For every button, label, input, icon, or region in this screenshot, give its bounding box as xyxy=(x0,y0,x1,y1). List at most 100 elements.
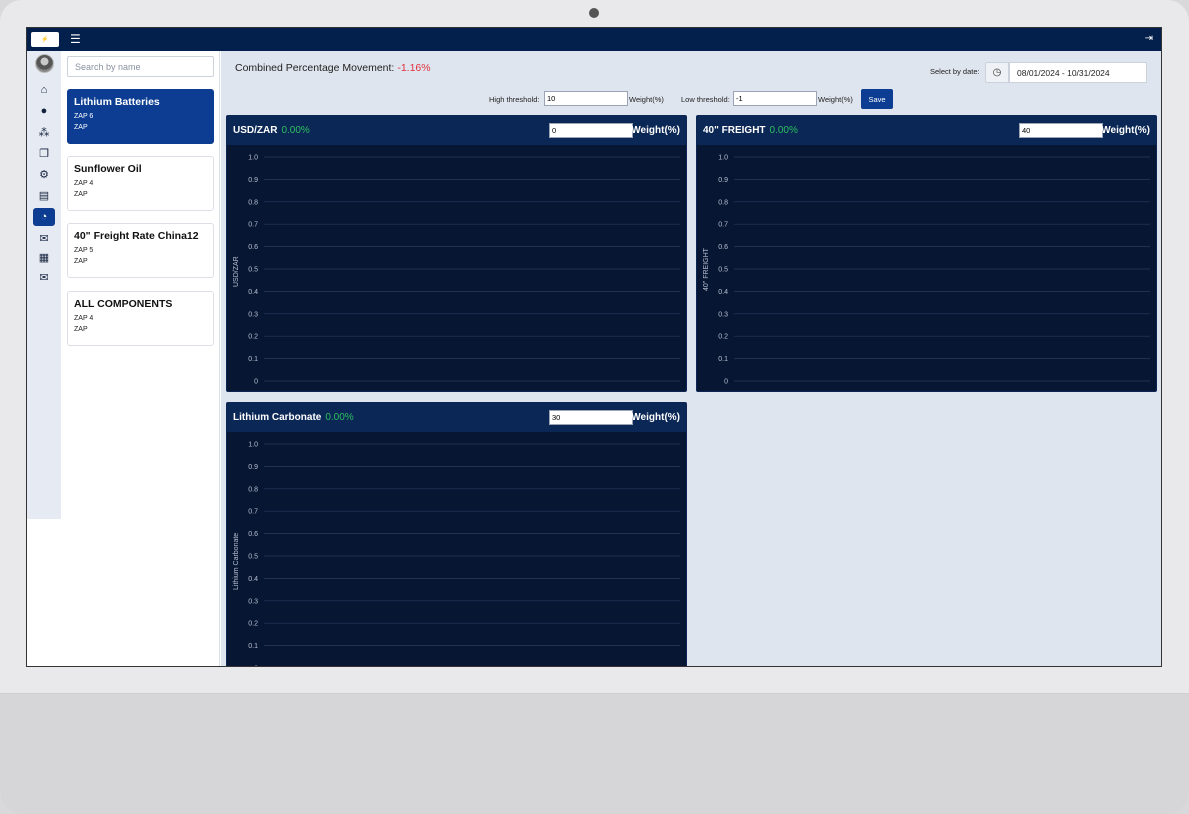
weight-input[interactable] xyxy=(1019,123,1103,138)
y-tick-label: 0.4 xyxy=(248,289,258,296)
panel-header: 40" FREIGHT0.00% Weight(%) xyxy=(697,116,1156,145)
y-tick-label: 0.4 xyxy=(248,576,258,583)
y-tick-label: 0.9 xyxy=(248,464,258,471)
search-input[interactable] xyxy=(67,56,214,77)
weight-input[interactable] xyxy=(549,123,633,138)
high-weight-unit: Weight(%) xyxy=(629,95,664,104)
low-threshold-label: Low threshold: xyxy=(681,95,730,104)
low-threshold-input[interactable] xyxy=(733,91,817,106)
chart-panel-usd-zar: USD/ZAR0.00% Weight(%) 1.00.90.80.70.60.… xyxy=(226,115,687,392)
y-axis-label: USD/ZAR xyxy=(233,256,240,287)
clock-icon[interactable]: ◷ xyxy=(985,62,1009,83)
y-tick-label: 0 xyxy=(254,379,258,386)
y-tick-label: 0.9 xyxy=(718,177,728,184)
sign-out-icon[interactable]: ⇥ xyxy=(1145,32,1153,46)
y-tick-label: 0.8 xyxy=(248,199,258,206)
list-item[interactable]: ALL COMPONENTS ZAP 4 ZAP xyxy=(67,291,214,346)
y-tick-label: 0.6 xyxy=(248,531,258,538)
list-item-meta: ZAP 4 ZAP xyxy=(74,315,94,333)
main-content: Combined Percentage Movement: -1.16% Sele… xyxy=(221,51,1161,668)
y-tick-label: 0.5 xyxy=(248,267,258,274)
y-tick-label: 0 xyxy=(724,379,728,386)
panel-pct: 0.00% xyxy=(281,125,310,136)
y-tick-label: 0.1 xyxy=(248,643,258,650)
copy-icon[interactable]: ❐ xyxy=(33,144,55,162)
list-item-meta: ZAP 5 ZAP xyxy=(74,247,94,265)
y-tick-label: 0 xyxy=(254,666,258,668)
y-tick-label: 0.5 xyxy=(718,267,728,274)
y-axis-label: Lithium Carbonate xyxy=(233,532,240,590)
panel-pct: 0.00% xyxy=(325,412,354,423)
y-tick-label: 0.7 xyxy=(718,222,728,229)
device-chin xyxy=(0,693,1189,814)
envelope-icon[interactable]: ✉ xyxy=(33,268,55,286)
y-tick-label: 0.7 xyxy=(248,222,258,229)
weight-label: Weight(%) xyxy=(631,125,680,136)
cubes-icon[interactable]: ⚙ xyxy=(33,165,55,183)
list-item-meta: ZAP 6 ZAP xyxy=(74,113,94,131)
y-tick-label: 0.8 xyxy=(248,486,258,493)
chart-panel-lithium-carbonate: Lithium Carbonate0.00% Weight(%) 1.00.90… xyxy=(226,402,687,668)
y-tick-label: 0.6 xyxy=(248,244,258,251)
list-item[interactable]: Lithium Batteries ZAP 6 ZAP xyxy=(67,89,214,144)
list-item-title: 40" Freight Rate China12 xyxy=(74,230,199,242)
y-tick-label: 0.5 xyxy=(248,554,258,561)
list-item-title: Sunflower Oil xyxy=(74,163,142,175)
list-item-title: Lithium Batteries xyxy=(74,96,160,108)
home-icon[interactable]: ⌂ xyxy=(33,81,55,99)
save-button[interactable]: Save xyxy=(861,89,893,109)
combined-movement: Combined Percentage Movement: -1.16% xyxy=(235,62,431,74)
chart-panel-freight: 40" FREIGHT0.00% Weight(%) 1.00.90.80.70… xyxy=(696,115,1157,392)
line-chart: 1.0 0.9 0.8 0.7 0.6 0.5 0.4 0.3 0.2 0.1 0 xyxy=(718,155,1150,386)
y-tick-label: 1.0 xyxy=(248,155,258,162)
panel-title: Lithium Carbonate 0.00% xyxy=(233,412,354,423)
app-screen: ⚡ ☰ ⇥ ⌂ ● ⁂ ❐ ⚙ ▤ ◔ ✉ ▦ ✉ Lithium Batter… xyxy=(26,27,1162,667)
line-chart: 1.0 0.9 0.8 0.7 0.6 0.5 0.4 0.3 0.2 0.1 0 xyxy=(248,442,680,668)
avatar[interactable] xyxy=(35,54,54,73)
panel-header: Lithium Carbonate0.00% Weight(%) xyxy=(227,403,686,432)
box-icon[interactable]: ▤ xyxy=(33,186,55,204)
panel-pct: 0.00% xyxy=(769,125,798,136)
list-item-meta: ZAP 4 ZAP xyxy=(74,180,94,198)
calendar-check-icon[interactable]: ▦ xyxy=(33,248,55,266)
y-tick-label: 0.4 xyxy=(718,289,728,296)
icon-sidebar: ⌂ ● ⁂ ❐ ⚙ ▤ ◔ ✉ ▦ ✉ xyxy=(27,51,61,519)
weight-label: Weight(%) xyxy=(1101,125,1150,136)
y-tick-label: 0.8 xyxy=(718,199,728,206)
y-tick-label: 0.2 xyxy=(248,621,258,628)
device-frame: ⚡ ☰ ⇥ ⌂ ● ⁂ ❐ ⚙ ▤ ◔ ✉ ▦ ✉ Lithium Batter… xyxy=(0,0,1189,814)
list-item-title: ALL COMPONENTS xyxy=(74,298,173,310)
weight-input[interactable] xyxy=(549,410,633,425)
list-item[interactable]: 40" Freight Rate China12 ZAP 5 ZAP xyxy=(67,223,214,278)
y-tick-label: 1.0 xyxy=(718,155,728,162)
y-tick-label: 0.1 xyxy=(718,356,728,363)
weight-label: Weight(%) xyxy=(631,412,680,423)
low-weight-unit: Weight(%) xyxy=(818,95,853,104)
y-tick-label: 0.7 xyxy=(248,509,258,516)
y-tick-label: 0.1 xyxy=(248,356,258,363)
top-navbar: ⚡ ☰ ⇥ xyxy=(27,28,1161,51)
users-icon[interactable]: ⁂ xyxy=(33,123,55,141)
y-axis-label: 40" FREIGHT xyxy=(703,248,710,291)
list-item[interactable]: Sunflower Oil ZAP 4 ZAP xyxy=(67,156,214,211)
panel-title: USD/ZAR 0.00% xyxy=(233,125,310,136)
panel-header: USD/ZAR0.00% Weight(%) xyxy=(227,116,686,145)
y-tick-label: 0.6 xyxy=(718,244,728,251)
date-label: Select by date: xyxy=(930,67,980,76)
panel-title: 40" FREIGHT 0.00% xyxy=(703,125,798,136)
y-tick-label: 1.0 xyxy=(248,442,258,449)
y-tick-label: 0.3 xyxy=(718,311,728,318)
comments-icon[interactable]: ✉ xyxy=(33,229,55,247)
user-icon[interactable]: ● xyxy=(33,102,55,120)
y-tick-label: 0.2 xyxy=(718,334,728,341)
date-range-input[interactable] xyxy=(1009,62,1147,83)
component-list: Lithium Batteries ZAP 6ZAP Sunflower Oil… xyxy=(61,51,220,666)
dashboard-icon[interactable]: ◔ xyxy=(33,208,55,226)
combined-value: -1.16% xyxy=(397,62,431,74)
y-tick-label: 0.9 xyxy=(248,177,258,184)
camera-dot xyxy=(589,8,599,18)
hamburger-icon[interactable]: ☰ xyxy=(70,32,81,46)
brand-logo[interactable]: ⚡ xyxy=(31,32,59,47)
high-threshold-input[interactable] xyxy=(544,91,628,106)
line-chart: 1.0 0.9 0.8 0.7 0.6 0.5 0.4 0.3 0.2 0.1 0 xyxy=(248,155,680,386)
